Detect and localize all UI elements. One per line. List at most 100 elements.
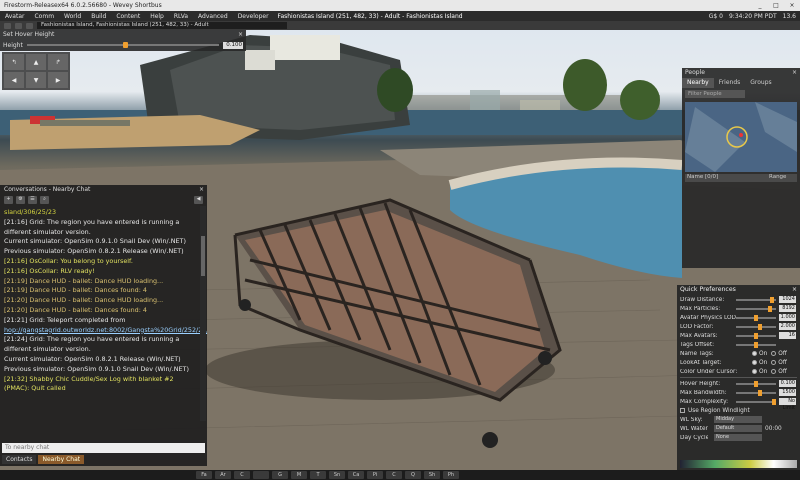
pref-slider[interactable] <box>736 314 776 321</box>
toolbar-button[interactable]: Sh <box>424 471 440 479</box>
pref-slider-knob[interactable] <box>754 332 758 339</box>
pref-slider-knob[interactable] <box>772 398 776 405</box>
radio-dot[interactable] <box>771 360 777 365</box>
pref-value[interactable]: 1500 <box>779 389 796 396</box>
collapse-icon[interactable]: ◀ <box>194 196 203 204</box>
close-hover-panel-button[interactable]: × <box>238 30 246 39</box>
forward-icon[interactable] <box>15 22 22 29</box>
address-field[interactable]: Fashionistas Island, Fashionistas Island… <box>37 22 287 29</box>
pref-radio-off[interactable]: Off <box>771 351 787 357</box>
filter-people-input[interactable]: Filter People <box>685 90 745 98</box>
pref-slider-knob[interactable] <box>757 389 762 396</box>
wl-sky-select[interactable]: Midday <box>714 416 762 423</box>
menu-avatar[interactable]: Avatar <box>0 13 29 20</box>
radio-dot[interactable] <box>752 360 757 365</box>
chat-scrollbar-thumb[interactable] <box>201 236 205 276</box>
close-people-button[interactable]: × <box>792 68 800 78</box>
hover-height-slider[interactable] <box>26 42 219 48</box>
toolbar-button[interactable] <box>253 471 269 479</box>
close-quick-prefs-button[interactable]: × <box>792 285 800 295</box>
radio-dot[interactable] <box>771 351 777 356</box>
toolbar-button[interactable]: T <box>310 471 326 479</box>
toolbar-button[interactable]: G <box>272 471 288 479</box>
pref-radio-on[interactable]: On <box>752 351 767 357</box>
pref-value[interactable]: 16 <box>779 332 796 339</box>
add-icon[interactable]: + <box>4 196 13 204</box>
pref-slider-knob[interactable] <box>757 323 762 330</box>
wl-water-select[interactable]: Default <box>714 425 762 432</box>
pref-value[interactable]: 1024 <box>779 296 796 303</box>
menu-comm[interactable]: Comm <box>29 13 59 20</box>
radio-dot[interactable] <box>752 351 757 356</box>
pref-slider[interactable] <box>736 296 776 303</box>
pref-value[interactable]: 1.000 <box>779 314 796 321</box>
menu-world[interactable]: World <box>59 13 86 20</box>
toolbar-button[interactable]: Q <box>405 471 421 479</box>
home-icon[interactable] <box>26 22 33 29</box>
pref-slider-knob[interactable] <box>768 305 773 312</box>
backward-button[interactable]: ▼ <box>26 72 46 88</box>
pref-slider[interactable] <box>736 341 776 348</box>
tab-groups[interactable]: Groups <box>745 78 776 88</box>
toolbar-button[interactable]: Sn <box>329 471 345 479</box>
close-window-button[interactable]: × <box>788 2 796 9</box>
strafe-left-button[interactable]: ◀ <box>4 72 24 88</box>
nearby-chat-input[interactable]: To nearby chat <box>2 443 205 453</box>
pref-radio-off[interactable]: Off <box>771 369 787 375</box>
toolbar-button[interactable]: Pi <box>367 471 383 479</box>
gear-icon[interactable]: ⚙ <box>16 196 25 204</box>
balance[interactable]: G$ 0 <box>709 13 723 20</box>
pref-value[interactable]: 0.100 <box>779 380 796 387</box>
minimap[interactable] <box>685 102 797 172</box>
menu-help[interactable]: Help <box>145 13 169 20</box>
toolbar-button[interactable]: Fa <box>196 471 212 479</box>
toolbar-button[interactable]: M <box>291 471 307 479</box>
pref-slider[interactable] <box>736 305 776 312</box>
turn-right-button[interactable]: ↱ <box>48 54 68 70</box>
minimize-button[interactable]: _ <box>756 2 764 9</box>
hover-height-value[interactable]: 0.100 <box>223 41 243 49</box>
back-icon[interactable] <box>4 22 11 29</box>
toolbar-button[interactable]: C <box>234 471 250 479</box>
menu-rlva[interactable]: RLVa <box>169 13 193 20</box>
chat-scrollbar[interactable] <box>200 206 206 421</box>
pref-slider-knob[interactable] <box>770 296 775 303</box>
menu-icon[interactable]: ☰ <box>28 196 37 204</box>
tab-nearby-chat[interactable]: Nearby Chat <box>38 455 85 464</box>
search-icon[interactable]: ⌕ <box>40 196 49 204</box>
location-text[interactable]: Fashionistas Island (251, 482, 33) - Adu… <box>278 13 463 20</box>
pref-slider[interactable] <box>736 398 776 405</box>
pref-value[interactable]: No Limit <box>779 398 796 411</box>
close-chat-button[interactable]: × <box>199 185 207 195</box>
day-cycle-slider[interactable] <box>680 460 797 468</box>
menu-developer[interactable]: Developer <box>233 13 274 20</box>
toolbar-button[interactable]: Ar <box>215 471 231 479</box>
pref-value[interactable]: 2.000 <box>779 323 796 330</box>
pref-slider[interactable] <box>736 389 776 396</box>
forward-button[interactable]: ▲ <box>26 54 46 70</box>
tab-contacts[interactable]: Contacts <box>2 455 37 464</box>
pref-radio-on[interactable]: On <box>752 360 767 366</box>
toolbar-button[interactable]: C <box>386 471 402 479</box>
strafe-right-button[interactable]: ▶ <box>48 72 68 88</box>
radio-dot[interactable] <box>771 369 777 374</box>
menu-build[interactable]: Build <box>86 13 111 20</box>
toolbar-button[interactable]: Ca <box>348 471 364 479</box>
pref-slider-knob[interactable] <box>754 314 758 321</box>
pref-slider[interactable] <box>736 380 776 387</box>
pref-slider-knob[interactable] <box>754 341 758 348</box>
radio-dot[interactable] <box>752 369 757 374</box>
column-name[interactable]: Name [0/0] <box>685 174 769 182</box>
turn-left-button[interactable]: ↰ <box>4 54 24 70</box>
tab-friends[interactable]: Friends <box>714 78 746 88</box>
tab-nearby[interactable]: Nearby <box>682 78 714 88</box>
column-range[interactable]: Range <box>769 174 797 182</box>
pref-slider-knob[interactable] <box>754 380 758 387</box>
chat-line[interactable]: hop://gangstagrid.outworldz.net:8002/Gan… <box>4 326 207 336</box>
hover-height-slider-knob[interactable] <box>122 42 128 48</box>
toolbar-button[interactable]: Ph <box>443 471 459 479</box>
pref-slider[interactable] <box>736 323 776 330</box>
day-cycle-select[interactable]: None <box>714 434 762 441</box>
menu-advanced[interactable]: Advanced <box>193 13 233 20</box>
pref-radio-off[interactable]: Off <box>771 360 787 366</box>
